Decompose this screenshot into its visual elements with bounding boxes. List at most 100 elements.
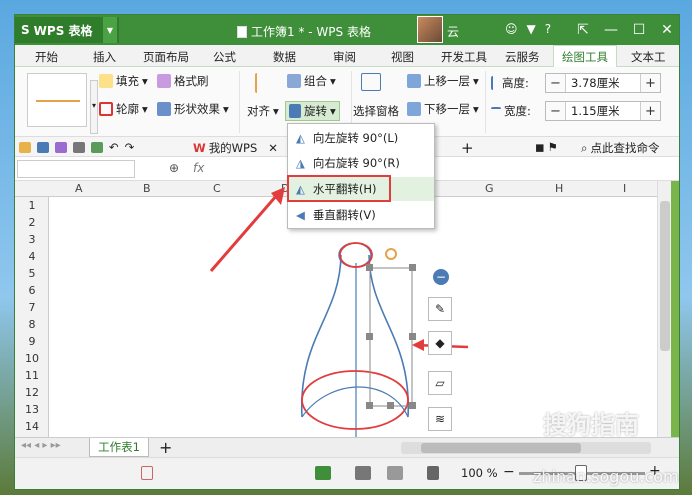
- row-13[interactable]: 13: [15, 403, 49, 416]
- zoom-function-icon[interactable]: ⊕: [169, 161, 179, 175]
- redo-icon[interactable]: ↷: [125, 140, 135, 154]
- reading-mode-icon[interactable]: [427, 466, 439, 480]
- send-backward-button[interactable]: 下移一层 ▾: [407, 101, 479, 117]
- fill-button[interactable]: 填充 ▾: [99, 73, 148, 89]
- sheet-nav-arrows[interactable]: ◂◂ ◂ ▸ ▸▸: [21, 440, 61, 451]
- horizontal-scrollbar[interactable]: [401, 442, 651, 454]
- scroll-thumb[interactable]: [660, 201, 670, 351]
- column-g[interactable]: G: [485, 182, 494, 195]
- print-icon[interactable]: [73, 141, 85, 153]
- fill-bucket-icon[interactable]: ◆: [428, 331, 452, 355]
- resize-handle[interactable]: [366, 402, 373, 409]
- undo-icon[interactable]: ↶: [109, 140, 119, 154]
- decrease-width-button[interactable]: −: [546, 102, 566, 120]
- tab-cloud[interactable]: 云服务: [505, 49, 540, 65]
- skin-icon[interactable]: ☺: [505, 22, 518, 36]
- row-2[interactable]: 2: [15, 216, 49, 229]
- command-search[interactable]: ⌕ 点此查找命令: [581, 140, 659, 156]
- tab-page-layout[interactable]: 页面布局: [143, 49, 189, 65]
- row-14[interactable]: 14: [15, 420, 49, 433]
- resize-handle[interactable]: [366, 333, 373, 340]
- column-c[interactable]: C: [213, 182, 221, 195]
- decrease-height-button[interactable]: −: [546, 74, 566, 92]
- flag-icon[interactable]: ⚑: [548, 140, 558, 154]
- minus-circle-icon[interactable]: −: [433, 269, 449, 285]
- user-name[interactable]: 云: [447, 23, 459, 40]
- column-a[interactable]: A: [75, 182, 83, 195]
- menu-flip-vertical[interactable]: ◀ 垂直翻转(V): [288, 203, 434, 227]
- row-6[interactable]: 6: [15, 284, 49, 297]
- increase-width-button[interactable]: +: [640, 102, 660, 120]
- outline-button[interactable]: 轮廓 ▾: [99, 101, 148, 117]
- open-icon[interactable]: [19, 141, 31, 153]
- resize-handle[interactable]: [366, 264, 373, 271]
- resize-handle[interactable]: [409, 333, 416, 340]
- column-i[interactable]: I: [623, 182, 626, 195]
- row-11[interactable]: 11: [15, 369, 49, 382]
- height-field[interactable]: −3.78厘米 +: [545, 73, 661, 93]
- preview-icon[interactable]: [91, 141, 103, 153]
- rotate-handle-icon[interactable]: [385, 248, 397, 260]
- width-field[interactable]: −1.15厘米 +: [545, 101, 661, 121]
- column-h[interactable]: H: [555, 182, 563, 195]
- row-1[interactable]: 1: [15, 199, 49, 212]
- help-icon[interactable]: ?: [545, 22, 551, 36]
- line-style-preview[interactable]: ▾: [27, 73, 98, 134]
- avatar[interactable]: [417, 16, 443, 43]
- hscroll-thumb[interactable]: [421, 443, 581, 453]
- restore-icon[interactable]: ⇱: [569, 19, 597, 41]
- column-b[interactable]: B: [143, 182, 151, 195]
- resize-handle[interactable]: [387, 402, 394, 409]
- increase-height-button[interactable]: +: [640, 74, 660, 92]
- new-tab-button[interactable]: +: [461, 139, 474, 157]
- align-button[interactable]: 对齐 ▾: [247, 103, 279, 119]
- macro-icon[interactable]: [141, 466, 153, 480]
- row-8[interactable]: 8: [15, 318, 49, 331]
- shirt-icon[interactable]: ▼: [527, 22, 536, 36]
- export-icon[interactable]: [55, 141, 67, 153]
- bring-forward-button[interactable]: 上移一层 ▾: [407, 73, 479, 89]
- width-value[interactable]: 1.15厘米: [566, 103, 640, 119]
- normal-view-icon[interactable]: [315, 466, 331, 480]
- close-icon[interactable]: ✕: [653, 19, 679, 41]
- vase-body-outline[interactable]: [301, 254, 409, 418]
- resize-handle[interactable]: [409, 264, 416, 271]
- maximize-icon[interactable]: ☐: [625, 19, 653, 41]
- drawing-canvas[interactable]: [50, 197, 671, 437]
- chevron-down-icon[interactable]: ▼: [103, 17, 117, 43]
- sheet-tab[interactable]: 工作表1: [89, 438, 149, 457]
- tab-view[interactable]: 视图: [391, 49, 414, 65]
- app-menu-button[interactable]: S WPS 表格 ▼: [15, 17, 119, 43]
- height-value[interactable]: 3.78厘米: [566, 75, 640, 91]
- shape-effect-button[interactable]: 形状效果 ▾: [157, 101, 229, 117]
- save-icon[interactable]: [37, 141, 49, 153]
- fx-label[interactable]: fx: [193, 161, 204, 175]
- row-5[interactable]: 5: [15, 267, 49, 280]
- page-layout-view-icon[interactable]: [355, 466, 371, 480]
- row-12[interactable]: 12: [15, 386, 49, 399]
- name-box[interactable]: [17, 160, 135, 178]
- worksheet-grid[interactable]: − ✎ ◆ ▱ ≋: [50, 197, 671, 437]
- tab-data[interactable]: 数据: [273, 49, 296, 65]
- row-3[interactable]: 3: [15, 233, 49, 246]
- gallery-scroll-icon[interactable]: ▾: [90, 80, 98, 134]
- row-7[interactable]: 7: [15, 301, 49, 314]
- selection-pane-button[interactable]: 选择窗格: [353, 103, 399, 119]
- zoom-out-icon[interactable]: −: [503, 464, 515, 480]
- box-icon[interactable]: ◼: [535, 140, 545, 154]
- menu-rotate-right[interactable]: ◮ 向右旋转 90°(R): [288, 151, 434, 175]
- tab-developer[interactable]: 开发工具: [441, 49, 487, 65]
- format-brush-button[interactable]: 格式刷: [157, 73, 209, 89]
- page-break-view-icon[interactable]: [387, 466, 403, 480]
- resize-handle[interactable]: [409, 402, 416, 409]
- tab-home[interactable]: 开始: [35, 49, 58, 65]
- zoom-level[interactable]: 100 %: [461, 466, 498, 480]
- menu-rotate-left[interactable]: ◭ 向左旋转 90°(L): [288, 126, 434, 150]
- row-9[interactable]: 9: [15, 335, 49, 348]
- vertical-scrollbar[interactable]: [657, 181, 671, 437]
- add-sheet-icon[interactable]: +: [159, 438, 172, 457]
- tab-text-tools[interactable]: 文本工: [631, 49, 666, 65]
- rotate-button[interactable]: 旋转 ▾: [285, 101, 340, 121]
- tab-review[interactable]: 审阅: [333, 49, 356, 65]
- outline-pen-icon[interactable]: ▱: [428, 371, 452, 395]
